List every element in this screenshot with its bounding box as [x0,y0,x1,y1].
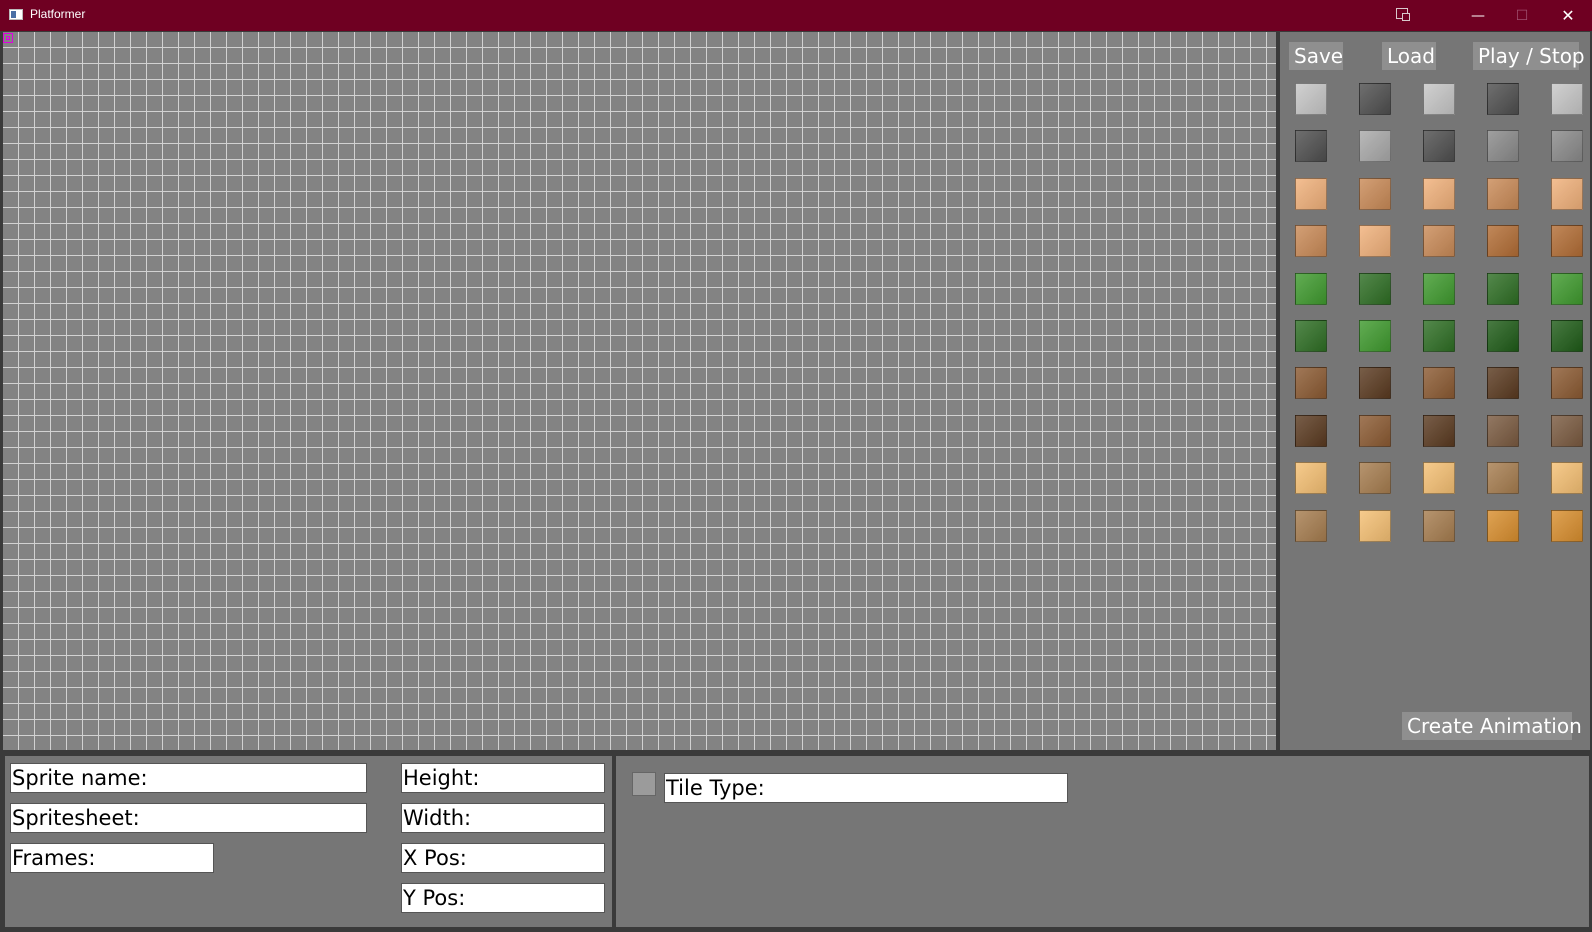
tile-properties-panel: Tile Type: [616,756,1589,927]
tile-swatch[interactable] [1551,462,1583,494]
tile-panel: Save Load Play / Stop Create Animation [1280,32,1590,750]
level-grid-canvas[interactable] [3,32,1276,750]
create-animation-button[interactable]: Create Animation [1402,712,1582,740]
tile-swatch[interactable] [1359,273,1391,305]
tile-swatch[interactable] [1295,320,1327,352]
tile-swatch[interactable] [1423,415,1455,447]
tile-swatch[interactable] [1423,367,1455,399]
play-stop-button[interactable]: Play / Stop [1473,42,1585,70]
tile-swatch[interactable] [1423,273,1455,305]
y-pos-field[interactable]: Y Pos: [401,883,605,913]
x-pos-field[interactable]: X Pos: [401,843,605,873]
tile-swatch[interactable] [1359,462,1391,494]
tile-swatch[interactable] [1423,510,1455,542]
tile-swatch[interactable] [1487,83,1519,115]
width-field[interactable]: Width: [401,803,605,833]
tile-swatch[interactable] [1359,415,1391,447]
tile-swatch[interactable] [1359,225,1391,257]
tile-swatch[interactable] [1423,320,1455,352]
tile-swatch[interactable] [1551,225,1583,257]
maximize-button[interactable]: ☐ [1499,0,1545,31]
tile-swatch[interactable] [1487,225,1519,257]
tile-swatch[interactable] [1295,130,1327,162]
tile-swatch[interactable] [1487,320,1519,352]
tile-swatch[interactable] [1295,510,1327,542]
tile-swatch[interactable] [1359,510,1391,542]
tile-swatch[interactable] [1487,415,1519,447]
load-button[interactable]: Load [1382,42,1436,70]
sprite-properties-panel: Sprite name: Spritesheet: Frames: Height… [5,756,612,927]
tile-swatch[interactable] [1359,320,1391,352]
tile-type-checkbox[interactable] [632,772,656,796]
app-icon [9,9,23,20]
tile-swatch[interactable] [1423,225,1455,257]
tile-swatch[interactable] [1423,130,1455,162]
tile-swatch[interactable] [1487,462,1519,494]
tile-swatch[interactable] [1359,130,1391,162]
tile-swatch[interactable] [1295,225,1327,257]
tile-swatch[interactable] [1551,273,1583,305]
tile-type-field[interactable]: Tile Type: [664,773,1068,803]
tile-swatch[interactable] [1487,367,1519,399]
window-mode-icon[interactable] [1396,8,1410,21]
title-bar: Platformer — ☐ ✕ [0,0,1592,31]
tile-swatch[interactable] [1423,83,1455,115]
tile-swatch[interactable] [1359,178,1391,210]
tile-swatch[interactable] [1295,462,1327,494]
tile-swatch[interactable] [1551,367,1583,399]
tile-swatch[interactable] [1359,367,1391,399]
frames-field[interactable]: Frames: [10,843,214,873]
height-field[interactable]: Height: [401,763,605,793]
save-button[interactable]: Save [1289,42,1343,70]
tile-swatch[interactable] [1551,130,1583,162]
tile-swatch[interactable] [1551,320,1583,352]
tile-swatch[interactable] [1295,415,1327,447]
tile-swatch[interactable] [1551,83,1583,115]
tile-swatch[interactable] [1359,83,1391,115]
tile-swatch[interactable] [1295,367,1327,399]
tile-swatch[interactable] [1295,273,1327,305]
tile-swatch[interactable] [1551,510,1583,542]
tile-swatch[interactable] [1487,178,1519,210]
tile-swatch[interactable] [1551,178,1583,210]
tile-swatch[interactable] [1295,83,1327,115]
tile-swatch[interactable] [1551,415,1583,447]
window-title: Platformer [30,7,86,21]
tile-swatch[interactable] [1423,178,1455,210]
sprite-name-field[interactable]: Sprite name: [10,763,367,793]
tile-swatch[interactable] [1295,178,1327,210]
spritesheet-field[interactable]: Spritesheet: [10,803,367,833]
grid-cursor-marker [3,33,13,43]
close-button[interactable]: ✕ [1545,0,1591,31]
tile-swatch[interactable] [1487,130,1519,162]
tile-swatch[interactable] [1423,462,1455,494]
minimize-button[interactable]: — [1455,0,1501,31]
tile-swatch[interactable] [1487,273,1519,305]
tile-swatch[interactable] [1487,510,1519,542]
